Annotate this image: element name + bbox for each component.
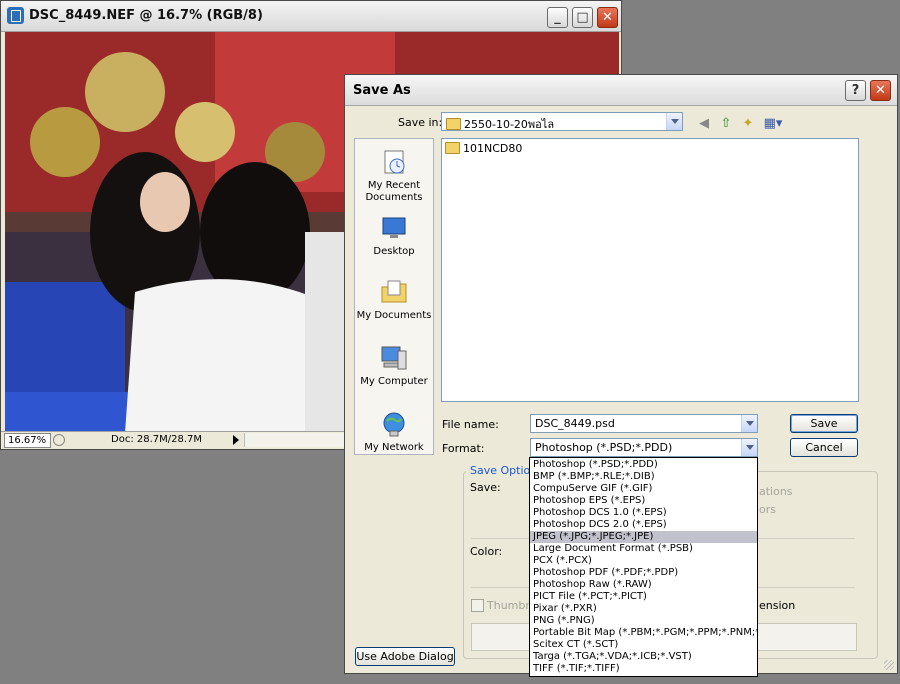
format-option[interactable]: Photoshop DCS 2.0 (*.EPS): [530, 519, 757, 531]
place-desktop[interactable]: Desktop: [355, 213, 433, 258]
format-option[interactable]: Scitex CT (*.SCT): [530, 639, 757, 651]
place-label: My Network: [364, 442, 424, 453]
close-button[interactable]: ✕: [597, 7, 618, 28]
place-my-documents[interactable]: My Documents: [355, 277, 433, 322]
format-option[interactable]: Photoshop (*.PSD;*.PDD): [530, 459, 757, 471]
place-label: Desktop: [373, 246, 415, 257]
places-bar: My Recent Documents Desktop My Documents…: [354, 138, 434, 455]
file-name-field[interactable]: DSC_8449.psd: [530, 414, 758, 433]
format-option[interactable]: Pixar (*.PXR): [530, 603, 757, 615]
back-icon[interactable]: ◀: [695, 115, 713, 133]
save-in-combo[interactable]: 2550-10-20พอไล: [441, 112, 683, 131]
file-name-dropdown-button[interactable]: [741, 415, 757, 432]
format-option[interactable]: Portable Bit Map (*.PBM;*.PGM;*.PPM;*.PN…: [530, 627, 757, 639]
place-recent-documents[interactable]: My Recent Documents: [355, 147, 433, 204]
folder-icon: [446, 118, 461, 130]
status-icon[interactable]: [53, 434, 65, 446]
format-option[interactable]: BMP (*.BMP;*.RLE;*.DIB): [530, 471, 757, 483]
maximize-button[interactable]: □: [572, 7, 593, 28]
doc-info: Doc: 28.7M/28.7M: [111, 434, 203, 445]
format-option[interactable]: Photoshop PDF (*.PDF;*.PDP): [530, 567, 757, 579]
save-label: Save:: [470, 481, 501, 494]
new-folder-icon[interactable]: ✦: [739, 115, 757, 133]
format-dropdown-button[interactable]: [741, 439, 757, 456]
my-documents-icon: [381, 280, 407, 303]
dialog-close-button[interactable]: ✕: [870, 80, 891, 101]
format-option[interactable]: PICT File (*.PCT;*.PICT): [530, 591, 757, 603]
place-label: My Documents: [356, 310, 432, 321]
place-label: My Computer: [360, 376, 428, 387]
document-titlebar[interactable]: DSC_8449.NEF @ 16.7% (RGB/8) _ □ ✕: [1, 1, 621, 32]
thumbnail-checkbox[interactable]: [471, 599, 484, 612]
format-label: Format:: [442, 442, 485, 455]
up-folder-icon[interactable]: ⇧: [717, 115, 735, 133]
annotations-option-label: ations: [759, 485, 793, 498]
recent-documents-icon: [384, 150, 405, 174]
dialog-title: Save As: [353, 83, 411, 98]
file-item[interactable]: 101NCD80: [445, 142, 522, 155]
format-option[interactable]: CompuServe GIF (*.GIF): [530, 483, 757, 495]
save-in-value: 2550-10-20พอไล: [464, 118, 555, 131]
my-computer-icon: [381, 346, 407, 370]
use-adobe-dialog-button[interactable]: Use Adobe Dialog: [355, 647, 455, 666]
format-dropdown-list[interactable]: Photoshop (*.PSD;*.PDD) BMP (*.BMP;*.RLE;…: [529, 457, 758, 677]
format-option[interactable]: TIFF (*.TIF;*.TIFF): [530, 663, 757, 675]
format-option[interactable]: Photoshop EPS (*.EPS): [530, 495, 757, 507]
color-label: Color:: [470, 545, 503, 558]
minimize-button[interactable]: _: [547, 7, 568, 28]
zoom-field[interactable]: 16.67%: [4, 433, 51, 448]
format-option[interactable]: Large Document Format (*.PSB): [530, 543, 757, 555]
dialog-titlebar[interactable]: Save As ? ✕: [345, 75, 897, 106]
status-menu-arrow-icon[interactable]: [233, 435, 239, 445]
format-option[interactable]: PNG (*.PNG): [530, 615, 757, 627]
place-label: My Recent Documents: [365, 180, 423, 203]
save-button[interactable]: Save: [790, 414, 858, 433]
use-lower-case-extension-label: ension: [759, 599, 796, 612]
document-title: DSC_8449.NEF @ 16.7% (RGB/8): [29, 8, 263, 23]
format-option[interactable]: PCX (*.PCX): [530, 555, 757, 567]
view-menu-icon[interactable]: ▦▾: [761, 115, 785, 133]
my-network-icon: [383, 412, 405, 437]
format-option[interactable]: Photoshop DCS 1.0 (*.EPS): [530, 507, 757, 519]
format-option[interactable]: Photoshop Raw (*.RAW): [530, 579, 757, 591]
save-in-label: Save in:: [398, 116, 443, 129]
format-option-selected[interactable]: JPEG (*.JPG;*.JPEG;*.JPE): [530, 531, 757, 543]
desktop-icon: [382, 217, 406, 238]
file-list[interactable]: 101NCD80: [441, 138, 859, 402]
resize-grip-icon[interactable]: [884, 660, 894, 670]
place-my-computer[interactable]: My Computer: [355, 343, 433, 388]
file-item-label: 101NCD80: [463, 142, 523, 155]
format-option[interactable]: Targa (*.TGA;*.VDA;*.ICB;*.VST): [530, 651, 757, 663]
spot-colors-option-label: ors: [759, 503, 776, 516]
cancel-button[interactable]: Cancel: [790, 438, 858, 457]
file-name-label: File name:: [442, 418, 499, 431]
file-name-value: DSC_8449.psd: [535, 417, 615, 430]
format-value: Photoshop (*.PSD;*.PDD): [535, 441, 673, 454]
format-select[interactable]: Photoshop (*.PSD;*.PDD): [530, 438, 758, 457]
save-in-dropdown-button[interactable]: [666, 113, 682, 130]
help-button[interactable]: ?: [845, 80, 866, 101]
photoshop-document-icon: [7, 7, 24, 24]
place-my-network[interactable]: My Network: [355, 409, 433, 454]
folder-icon: [445, 142, 460, 154]
